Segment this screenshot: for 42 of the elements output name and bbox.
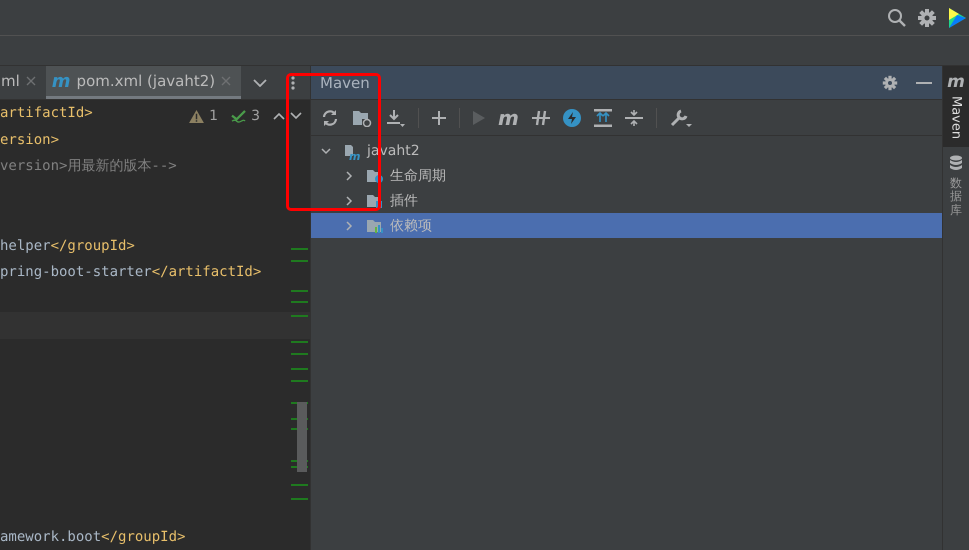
scrollbar-thumb[interactable] [297,402,307,472]
skip-tests-icon[interactable] [532,108,550,126]
check-icon [231,110,246,122]
code-line: pring-boot-starter</artifactId> [0,264,262,280]
folder-icon [366,218,384,234]
code-line: version>用最新的版本--> [0,158,177,174]
side-tab[interactable]: m Maven [943,66,969,148]
warning-count: 1 [209,108,218,124]
search-icon[interactable] [887,8,907,28]
chevron-down-icon[interactable] [253,78,268,86]
plus-icon[interactable] [432,110,446,124]
side-tab[interactable]: 数据库 [943,147,969,225]
maven-icon: m [947,74,965,90]
code-line: artifactId> [0,105,93,121]
wrench-icon[interactable] [670,108,692,128]
code-line: amework.boot</groupId> [0,529,186,545]
code-line: ersion> [0,132,60,148]
panel-title: Maven [319,74,370,92]
more-icon[interactable] [291,76,296,90]
folder-icon [366,168,384,184]
database-icon [949,155,963,172]
maven-goal-icon[interactable]: m [498,108,519,126]
folder-refresh-icon[interactable] [352,108,372,126]
lightning-icon[interactable] [562,108,581,126]
collapse-all-icon[interactable] [624,108,643,126]
refresh-icon[interactable] [321,108,339,126]
expand-all-icon[interactable] [594,108,612,126]
play-logo-icon[interactable] [947,6,967,28]
download-icon[interactable] [385,108,405,126]
editor-tab[interactable]: ml [0,66,46,99]
minimize-icon[interactable] [916,80,932,84]
code-line: helper</groupId> [0,238,135,254]
tree-item[interactable]: 生命周期 [311,163,942,188]
editor-tab[interactable]: m pom.xml (javaht2) [46,66,242,99]
maven-icon: m [52,70,71,92]
settings-icon[interactable] [917,8,937,28]
settings-icon[interactable] [882,74,898,90]
chevron-up-icon[interactable] [273,112,285,120]
weak-warning-count: 3 [251,108,260,124]
chevron-down-icon[interactable] [290,112,302,120]
tree-item[interactable]: 插件 [311,188,942,213]
warning-icon [189,110,204,122]
